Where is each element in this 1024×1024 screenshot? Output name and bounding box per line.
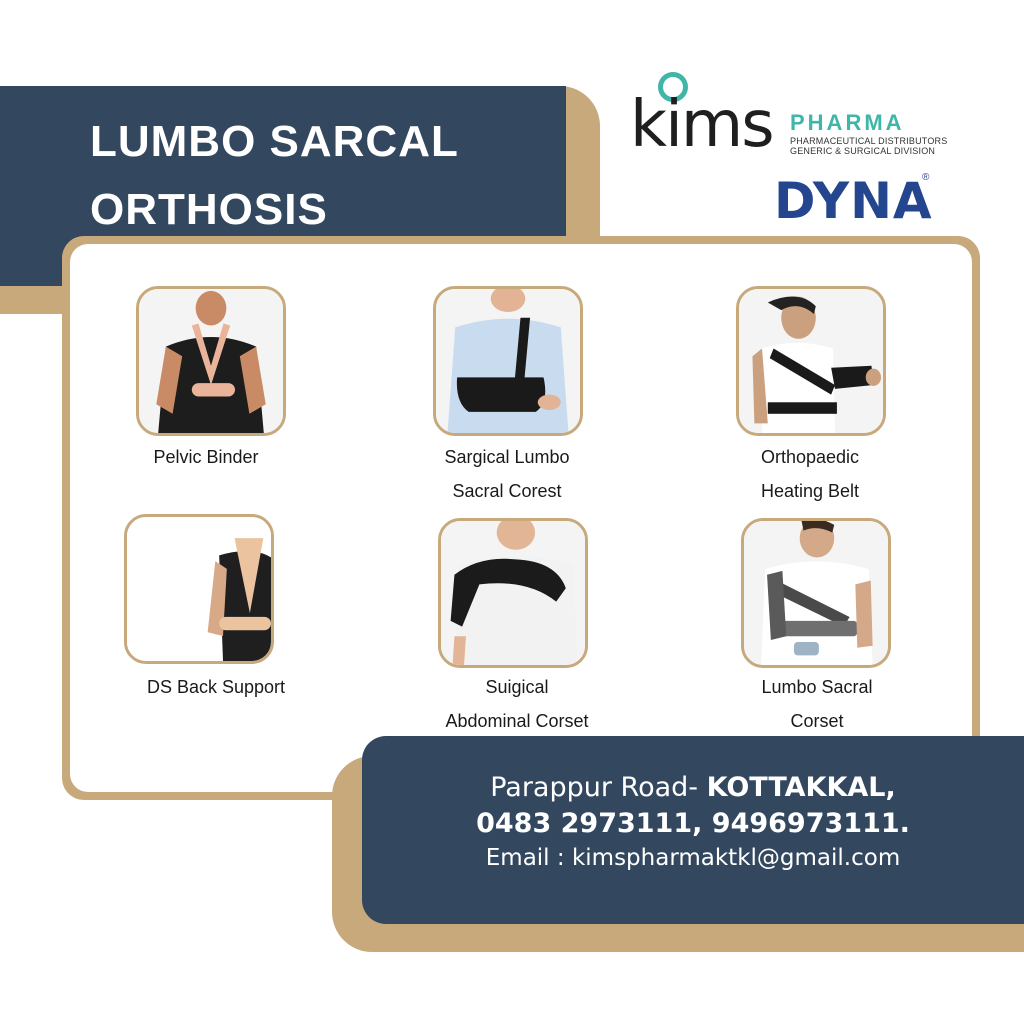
product-caption: Pelvic Binder: [86, 440, 326, 474]
contact-info: Parappur Road- KOTTAKKAL, 0483 2973111, …: [362, 770, 1024, 874]
product-caption-line2: Abdominal Corset: [445, 711, 589, 731]
product-image: [741, 518, 891, 668]
contact-address-city: KOTTAKKAL,: [706, 772, 896, 803]
product-caption: Orthopaedic Heating Belt: [690, 440, 930, 508]
product-caption: Suigical Abdominal Corset: [397, 670, 637, 738]
kims-logo-word: kims: [630, 88, 775, 162]
contact-phones-text[interactable]: 0483 2973111, 9496973111.: [476, 808, 910, 839]
product-caption: DS Back Support: [96, 670, 336, 704]
page-title: LUMBO SARCAL ORTHOSIS: [90, 108, 459, 244]
product-caption-line1: Pelvic Binder: [153, 447, 259, 467]
product-caption-line1: Lumbo Sacral: [761, 677, 873, 697]
contact-email[interactable]: Email : kimspharmaktkl@gmail.com: [362, 842, 1024, 874]
dyna-registered-mark: ®: [922, 172, 930, 183]
product-caption-line2: Corset: [790, 711, 844, 731]
pharma-subtitle-line1: PHARMACEUTICAL DISTRIBUTORS: [790, 136, 948, 146]
product-caption-line1: Suigical: [485, 677, 549, 697]
shoulder-support-icon: [441, 521, 585, 665]
pharma-logo-subtitle: PHARMACEUTICAL DISTRIBUTORS GENERIC & SU…: [790, 136, 947, 156]
product-caption-line1: DS Back Support: [146, 677, 286, 697]
product-image: [736, 286, 886, 436]
product-caption: Sargical Lumbo Sacral Corest: [387, 440, 627, 508]
product-image: [136, 286, 286, 436]
page-title-line1: LUMBO SARCAL: [90, 117, 459, 166]
product-image: [124, 514, 274, 664]
product-caption-line1: Sargical Lumbo: [444, 447, 570, 467]
product-image: [433, 286, 583, 436]
arm-sling-icon: [436, 289, 580, 433]
shoulder-brace-icon: [744, 521, 888, 665]
product-caption: Lumbo Sacral Corset: [697, 670, 937, 738]
product-caption-line2: Sacral Corest: [452, 481, 562, 501]
product-image: [438, 518, 588, 668]
pharma-subtitle-line2: GENERIC & SURGICAL DIVISION: [790, 146, 936, 156]
dyna-logo: DYNA: [774, 172, 933, 230]
pharma-logo-word: PHARMA: [790, 110, 905, 135]
page-title-line2: ORTHOSIS: [90, 185, 328, 234]
sling-person-icon: [139, 289, 283, 433]
contact-address-road: Parappur Road-: [490, 772, 699, 803]
shoulder-brace-icon: [739, 289, 883, 433]
sling-person-icon: [127, 517, 271, 661]
kims-pharma-logo: kims PHARMA PHARMACEUTICAL DISTRIBUTORS …: [630, 72, 960, 162]
product-caption-line2: Heating Belt: [760, 481, 860, 501]
contact-address: Parappur Road- KOTTAKKAL,: [362, 770, 1024, 806]
contact-phones[interactable]: 0483 2973111, 9496973111.: [362, 806, 1024, 842]
product-caption-line1: Orthopaedic: [760, 447, 860, 467]
